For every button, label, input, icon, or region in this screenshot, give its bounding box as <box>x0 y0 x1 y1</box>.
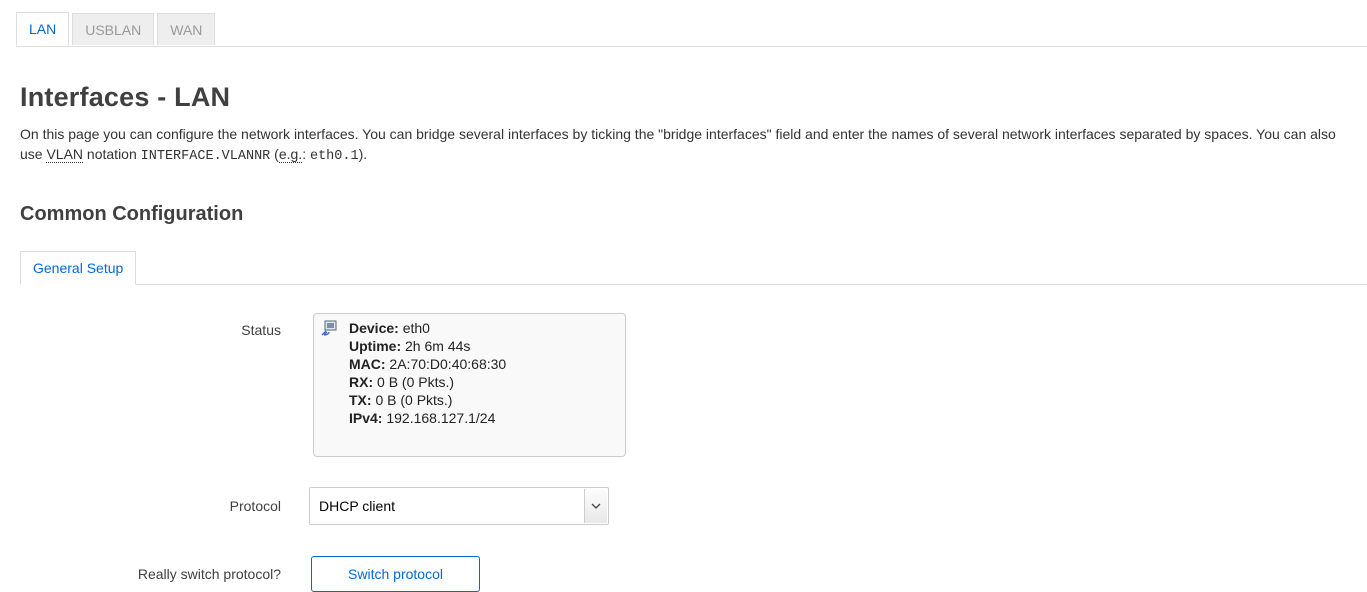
tab-lan[interactable]: LAN <box>16 12 70 46</box>
code-interface-vlannr: INTERFACE.VLANNR <box>140 149 271 164</box>
status-details: Device: eth0 Uptime: 2h 6m 44s MAC: 2A:7… <box>349 319 506 427</box>
chevron-down-icon[interactable] <box>584 489 607 523</box>
eg-abbreviation: e.g. <box>278 146 303 163</box>
code-eth0-1: eth0.1 <box>309 149 359 164</box>
status-rx: RX: 0 B (0 Pkts.) <box>349 374 455 390</box>
section-tabs: General Setup <box>20 251 1367 285</box>
status-uptime: Uptime: 2h 6m 44s <box>349 338 471 354</box>
protocol-label: Protocol <box>229 498 281 514</box>
protocol-selected-value: DHCP client <box>319 498 395 514</box>
protocol-select[interactable]: DHCP client <box>309 487 609 525</box>
switch-protocol-label: Really switch protocol? <box>137 566 281 582</box>
section-title: Common Configuration <box>20 203 244 225</box>
tab-general-setup[interactable]: General Setup <box>20 251 137 285</box>
interface-tabs: LAN USBLAN WAN <box>16 12 1367 47</box>
status-device: Device: eth0 <box>349 320 430 336</box>
switch-protocol-button[interactable]: Switch protocol <box>311 556 480 592</box>
page-description: On this page you can configure the netwo… <box>20 126 1336 164</box>
tab-wan[interactable]: WAN <box>157 13 216 45</box>
ethernet-port-icon <box>321 320 337 336</box>
status-box: Device: eth0 Uptime: 2h 6m 44s MAC: 2A:7… <box>313 313 626 457</box>
status-mac: MAC: 2A:70:D0:40:68:30 <box>349 356 507 372</box>
status-label: Status <box>241 322 281 338</box>
vlan-abbreviation: VLAN <box>46 146 84 163</box>
tab-usblan[interactable]: USBLAN <box>72 13 155 45</box>
status-tx: TX: 0 B (0 Pkts.) <box>349 392 453 408</box>
page-title: Interfaces - LAN <box>20 82 231 112</box>
status-ipv4: IPv4: 192.168.127.1/24 <box>349 410 496 426</box>
